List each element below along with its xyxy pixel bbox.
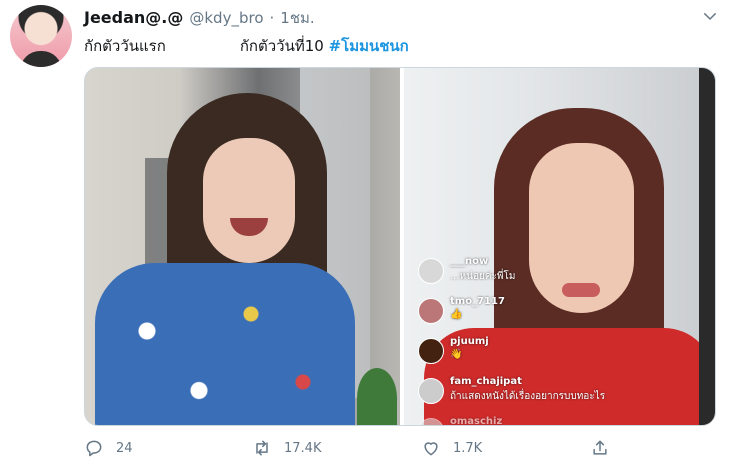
reply-button[interactable]: 24 (84, 438, 133, 458)
floral-dress (95, 263, 355, 425)
comment-text: 👍 (450, 309, 463, 320)
comment-text: ...หน่อยค่ะพี่โม (450, 271, 516, 282)
comment-user: ___now (450, 256, 489, 267)
like-button[interactable]: 1.7K (421, 438, 482, 458)
tweet-time[interactable]: 1ชม. (280, 6, 314, 30)
comment-avatar (418, 338, 444, 364)
heart-icon (424, 442, 438, 456)
photo-left[interactable] (85, 68, 400, 425)
comment-text: ถ้าแสดงหนังได้เรื่องอยากรบบทอะไร (450, 391, 606, 402)
live-comment: fam_chajipat ถ้าแสดงหนังได้เรื่องอยากรบบ… (418, 376, 638, 416)
live-comments-overlay: ___now ...หน่อยค่ะพี่โม tmo_7117 👍 pjuum… (418, 256, 638, 426)
separator-dot: · (269, 9, 275, 27)
reply-icon (86, 440, 102, 457)
like-count: 1.7K (453, 440, 483, 456)
reply-count: 24 (116, 440, 133, 456)
comment-avatar (418, 378, 444, 404)
comment-user: omaschiz (450, 416, 503, 426)
comment-user: fam_chajipat (450, 376, 522, 387)
share-button[interactable] (590, 438, 610, 458)
tweet-text-part2: กักตัววันที่10 (239, 37, 324, 55)
dark-edge (699, 68, 715, 425)
user-avatar[interactable] (10, 5, 72, 67)
comment-text: 👋 (450, 349, 463, 360)
comment-avatar (418, 418, 444, 425)
tweet-actions: 24 17.4K 1.7K (84, 438, 716, 468)
tweet-media[interactable]: ___now ...หน่อยค่ะพี่โม tmo_7117 👍 pjuum… (84, 67, 716, 426)
retweet-count: 17.4K (284, 440, 322, 456)
share-icon (593, 440, 607, 455)
hashtag-link[interactable]: #โมมนชนก (329, 37, 409, 55)
comment-user: tmo_7117 (450, 296, 505, 307)
more-options-chevron-icon[interactable] (700, 6, 720, 26)
comment-user: pjuumj (450, 336, 489, 347)
retweet-icon (256, 440, 268, 456)
plant (357, 368, 397, 425)
live-comment: pjuumj 👋 (418, 336, 638, 376)
tweet-text-part1: กักตัววันแรก (84, 37, 166, 55)
live-comment: ___now ...หน่อยค่ะพี่โม (418, 256, 638, 296)
display-name[interactable]: Jeedan@.@ (84, 8, 183, 27)
tweet-header: Jeedan@.@ @kdy_bro · 1ชม. (84, 6, 315, 30)
avatar-shoulders (20, 51, 62, 67)
tweet-text: กักตัววันแรก กักตัววันที่10 #โมมนชนก (84, 34, 409, 58)
comment-avatar (418, 258, 444, 284)
comment-avatar (418, 298, 444, 324)
live-comment: omaschiz (418, 416, 638, 426)
live-comment: tmo_7117 👍 (418, 296, 638, 336)
person-face (203, 138, 295, 263)
retweet-button[interactable]: 17.4K (252, 438, 321, 458)
user-handle[interactable]: @kdy_bro (189, 9, 263, 27)
